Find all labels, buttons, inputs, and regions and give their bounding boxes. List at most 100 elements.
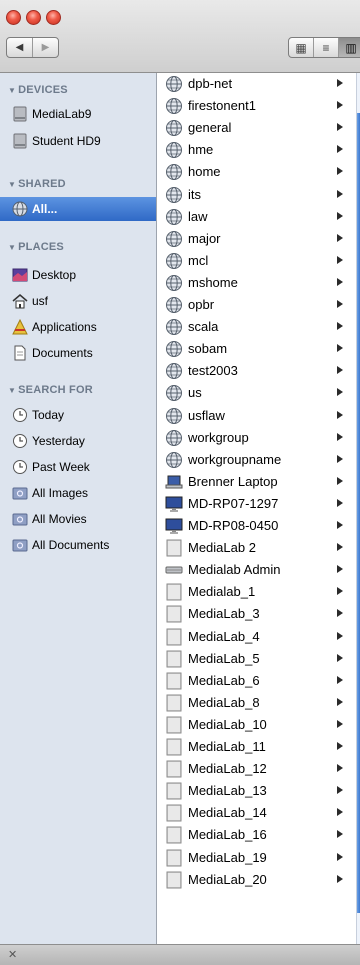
sidebar-item-student-hd9[interactable]: Student HD9 bbox=[0, 129, 156, 153]
column-list-item[interactable]: usflaw bbox=[158, 405, 354, 427]
disclosure-arrow-icon bbox=[337, 211, 343, 220]
hard-drive-icon bbox=[13, 106, 27, 122]
column-view-icon: ▥ bbox=[345, 40, 357, 55]
column-item-label: workgroup bbox=[188, 429, 249, 445]
column-list-item[interactable]: MediaLab_5 bbox=[158, 648, 354, 670]
sidebar-item-desktop[interactable]: Desktop bbox=[0, 263, 156, 287]
laptop-icon bbox=[165, 475, 183, 489]
column-list-item[interactable]: scala bbox=[158, 316, 354, 338]
documents-icon bbox=[14, 345, 26, 361]
column-list-item[interactable]: sobam bbox=[158, 338, 354, 360]
minimize-window-button[interactable] bbox=[26, 10, 41, 25]
disclosure-arrow-icon bbox=[337, 543, 343, 552]
column-list-item[interactable]: test2003 bbox=[158, 360, 354, 382]
column-list-item[interactable]: MediaLab_10 bbox=[158, 714, 354, 736]
column-item-label: firestonent1 bbox=[188, 98, 256, 114]
disclosure-arrow-icon bbox=[337, 300, 343, 308]
column-list-item[interactable]: MediaLab_20 bbox=[158, 869, 354, 891]
column-list-item[interactable]: MediaLab 2 bbox=[158, 537, 354, 559]
sidebar-item-documents[interactable]: Documents bbox=[0, 341, 156, 365]
sidebar: ▼ DEVICES MediaLab9 Student HD9 ▼ SHARED A… bbox=[0, 73, 157, 944]
column-list-item[interactable]: general bbox=[158, 117, 354, 139]
sidebar-item-applications[interactable]: Applications bbox=[0, 315, 156, 339]
sidebar-item-all-shared[interactable]: All... bbox=[0, 197, 156, 221]
column-list-item[interactable]: MediaLab_12 bbox=[158, 758, 354, 780]
server-icon bbox=[166, 539, 182, 557]
sidebar-item-label: Applications bbox=[32, 320, 97, 334]
column-list-item[interactable]: MediaLab_16 bbox=[158, 824, 354, 846]
column-item-label: MediaLab_10 bbox=[188, 716, 267, 732]
column-list-item[interactable]: law bbox=[158, 206, 354, 228]
column-list-item[interactable]: opbr bbox=[158, 294, 354, 316]
workgroup-icon bbox=[166, 230, 182, 247]
column-list-item[interactable]: us bbox=[158, 382, 354, 404]
workgroup-icon bbox=[166, 252, 182, 269]
column-list-item[interactable]: mshome bbox=[158, 272, 354, 294]
column-list-item[interactable]: MediaLab_14 bbox=[158, 802, 354, 824]
column-list-item[interactable]: MediaLab_3 bbox=[158, 603, 354, 625]
column-item-label: MediaLab_6 bbox=[188, 672, 260, 688]
column-list-item[interactable]: firestonent1 bbox=[158, 95, 354, 117]
column-list-item[interactable]: MD-RP08-0450 bbox=[158, 515, 354, 537]
server-icon bbox=[166, 672, 182, 690]
sidebar-item-usf[interactable]: usf bbox=[0, 289, 156, 313]
column-list-item[interactable]: MediaLab_13 bbox=[158, 780, 354, 802]
column-list-item[interactable]: MD-RP07-1297 bbox=[158, 493, 354, 515]
disclosure-arrow-icon bbox=[337, 277, 343, 286]
forward-button[interactable]: ▶ bbox=[32, 38, 58, 57]
column-list-item[interactable]: MediaLab_6 bbox=[158, 670, 354, 692]
sidebar-item-all-movies[interactable]: All Movies bbox=[0, 507, 156, 531]
sidebar-section-places[interactable]: ▼ PLACES bbox=[8, 241, 64, 253]
sidebar-section-search-for[interactable]: ▼ SEARCH FOR bbox=[8, 384, 93, 396]
column-list-item[interactable]: hme bbox=[158, 139, 354, 161]
sidebar-item-past-week[interactable]: Past Week bbox=[0, 455, 156, 479]
back-button[interactable]: ◀ bbox=[7, 38, 32, 57]
column-list-item[interactable]: major bbox=[158, 228, 354, 250]
disclosure-arrow-icon bbox=[337, 697, 343, 706]
list-view-icon: ≡ bbox=[322, 40, 330, 55]
column-view-button[interactable]: ▥ bbox=[338, 38, 360, 57]
sidebar-item-yesterday[interactable]: Yesterday bbox=[0, 429, 156, 453]
column-list-item[interactable]: its bbox=[158, 184, 354, 206]
column-list-item[interactable]: mcl bbox=[158, 250, 354, 272]
sidebar-item-all-documents[interactable]: All Documents bbox=[0, 533, 156, 557]
column-item-label: general bbox=[188, 120, 232, 136]
status-bar: ✕ bbox=[0, 944, 360, 965]
column-list-item[interactable]: MediaLab_19 bbox=[158, 847, 354, 869]
close-window-button[interactable] bbox=[6, 10, 21, 25]
column-item-label: test2003 bbox=[188, 363, 238, 379]
zoom-window-button[interactable] bbox=[46, 10, 61, 25]
column-list-item[interactable]: Brenner Laptop bbox=[158, 471, 354, 493]
disclosure-arrow-icon bbox=[337, 786, 343, 795]
sidebar-section-shared[interactable]: ▼ SHARED bbox=[8, 178, 66, 190]
column-list-item[interactable]: workgroup bbox=[158, 427, 354, 449]
vertical-scrollbar[interactable] bbox=[356, 73, 360, 944]
column-list-item[interactable]: MediaLab_8 bbox=[158, 692, 354, 714]
workgroup-icon bbox=[166, 297, 182, 313]
column-list-item[interactable]: Medialab Admin bbox=[158, 559, 354, 581]
resize-handle-icon[interactable]: ✕ bbox=[8, 948, 17, 961]
column-list-item[interactable]: home bbox=[158, 161, 354, 183]
disclosure-arrow-icon bbox=[337, 454, 343, 463]
disclosure-arrow-icon bbox=[337, 123, 343, 132]
sidebar-item-label: Today bbox=[32, 408, 65, 422]
sidebar-item-today[interactable]: Today bbox=[0, 403, 156, 427]
disclosure-arrow-icon bbox=[337, 764, 343, 773]
list-view-button[interactable]: ≡ bbox=[313, 38, 338, 57]
sidebar-item-all-images[interactable]: All Images bbox=[0, 481, 156, 505]
server-icon bbox=[166, 804, 182, 822]
desktop-icon bbox=[12, 268, 28, 282]
sidebar-item-medialab9[interactable]: MediaLab9 bbox=[0, 102, 156, 126]
column-list-item[interactable]: MediaLab_11 bbox=[158, 736, 354, 758]
disclosure-arrow-icon bbox=[337, 101, 343, 110]
column-item-label: its bbox=[188, 186, 201, 202]
column-list-item[interactable]: Medialab_1 bbox=[158, 581, 354, 603]
column-list-item[interactable]: workgroupname bbox=[158, 449, 354, 471]
column-list-item[interactable]: dpb-net bbox=[158, 73, 354, 95]
disclosure-arrow-icon bbox=[337, 167, 343, 176]
icon-view-button[interactable]: ▦ bbox=[289, 38, 313, 57]
sidebar-item-label: All Documents bbox=[32, 538, 110, 552]
forward-arrow-icon: ▶ bbox=[41, 42, 50, 53]
column-list-item[interactable]: MediaLab_4 bbox=[158, 626, 354, 648]
sidebar-section-devices[interactable]: ▼ DEVICES bbox=[8, 84, 68, 96]
